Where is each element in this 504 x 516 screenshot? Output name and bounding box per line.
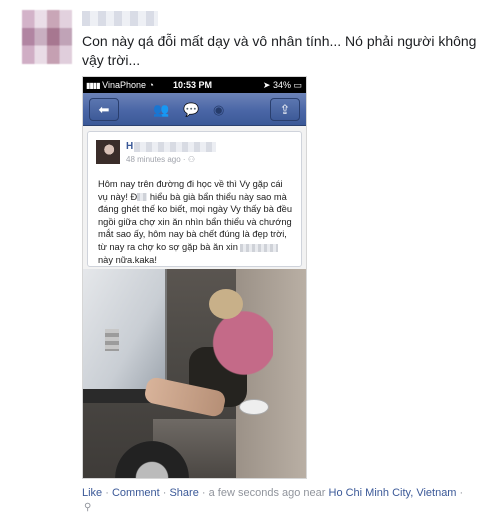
- post-timestamp[interactable]: a few seconds ago near: [209, 487, 326, 499]
- separator: ·: [105, 487, 109, 499]
- post-actions: Like · Comment · Share · a few seconds a…: [82, 486, 502, 500]
- back-arrow-icon[interactable]: ⬅: [89, 98, 119, 121]
- author-name-redacted[interactable]: [82, 11, 158, 26]
- share-link[interactable]: Share: [169, 487, 198, 499]
- location-link[interactable]: Ho Chi Minh City, Vietnam: [329, 487, 457, 499]
- battery-indicator: ➤ 34% ▭: [262, 80, 302, 90]
- author-avatar[interactable]: [22, 10, 72, 64]
- attached-screenshot[interactable]: ▮▮▮▮ VinaPhone ◔ 10:53 PM ➤ 34% ▭ ⬅ 👥 💬 …: [82, 76, 307, 479]
- separator: ·: [162, 487, 167, 499]
- card-author-name: H: [126, 141, 134, 152]
- post-text: Con này qá đỗi mất dạy và vô nhân tính..…: [82, 33, 477, 68]
- card-avatar: [96, 140, 120, 164]
- redacted-word: [137, 193, 148, 202]
- comment-link[interactable]: Comment: [112, 487, 160, 499]
- friends-icon[interactable]: 👥: [153, 103, 169, 116]
- card-author-redacted: [134, 142, 216, 152]
- phone-post-card: H 48 minutes ago · ⚇ Hôm nay trên đường …: [87, 131, 302, 267]
- messages-icon[interactable]: 💬: [183, 103, 199, 116]
- ios-status-bar: ▮▮▮▮ VinaPhone ◔ 10:53 PM ➤ 34% ▭: [83, 77, 306, 93]
- card-body-text: Hôm nay trên đường đi học về thì Vy gặp …: [98, 179, 292, 265]
- signal-icon: ▮▮▮▮ VinaPhone ◔: [86, 80, 154, 90]
- trailing-separator: ·: [456, 487, 464, 499]
- wifi-icon: ◔: [148, 80, 154, 90]
- carrier-label: VinaPhone: [102, 80, 146, 90]
- redacted-word: [240, 243, 279, 252]
- separator: ·: [201, 487, 206, 499]
- accident-photo: [83, 269, 306, 478]
- photo-bowl: [239, 399, 269, 415]
- globe-icon[interactable]: ◉: [213, 103, 224, 116]
- card-timestamp: 48 minutes ago · ⚇: [126, 155, 195, 164]
- photo-figure-hat: [209, 289, 243, 319]
- facebook-app-bar: ⬅ 👥 💬 ◉ ⇪: [83, 93, 306, 126]
- photo-redaction: [105, 329, 119, 351]
- status-time: 10:53 PM: [173, 80, 213, 90]
- like-link[interactable]: Like: [82, 487, 102, 499]
- share-icon[interactable]: ⇪: [270, 98, 300, 121]
- map-pin-icon: ⚲: [84, 502, 92, 513]
